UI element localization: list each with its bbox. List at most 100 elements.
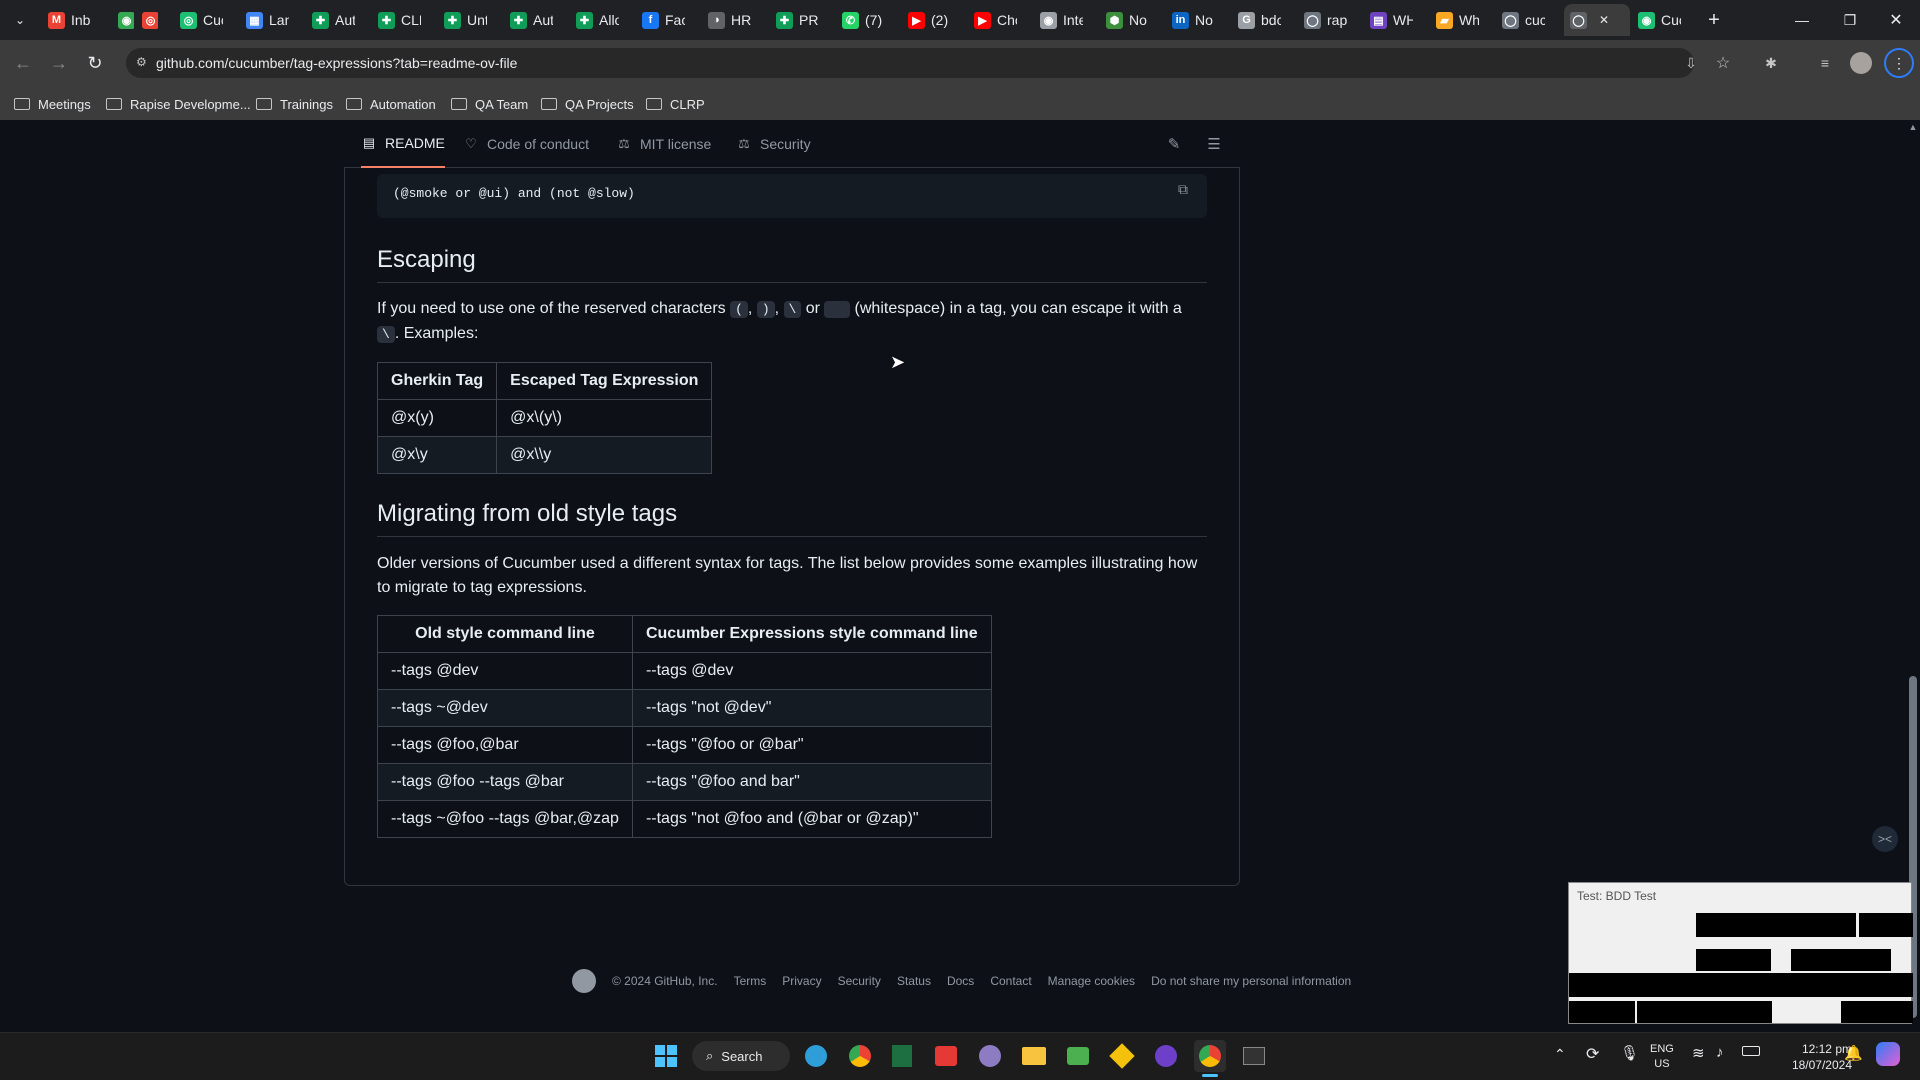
table-header-row: Old style command line Cucumber Expressi… bbox=[377, 615, 992, 653]
tab-title: (7) bbox=[865, 12, 883, 28]
browser-tab[interactable]: ◯ rapi bbox=[1298, 4, 1360, 36]
tab-mit-license[interactable]: ⚖ MIT license bbox=[616, 120, 711, 168]
taskbar-github-icon[interactable] bbox=[1150, 1040, 1182, 1072]
footer-link-security[interactable]: Security bbox=[838, 974, 881, 988]
back-button[interactable]: ← bbox=[10, 50, 36, 76]
sync-icon[interactable]: ⟳ bbox=[1586, 1044, 1599, 1064]
browser-tab[interactable]: ◉ bbox=[112, 4, 134, 36]
taskbar-git-icon[interactable] bbox=[1106, 1040, 1138, 1072]
browser-tab[interactable]: ✚ Allo bbox=[570, 4, 632, 36]
bookmark-trainings[interactable]: Trainings bbox=[256, 93, 333, 115]
profile-avatar[interactable] bbox=[1850, 52, 1872, 74]
table-row: --tags @foo,@bar --tags "@foo or @bar" bbox=[377, 726, 992, 764]
footer-link-terms[interactable]: Terms bbox=[734, 974, 767, 988]
overlay-title: Test: BDD Test bbox=[1577, 889, 1657, 903]
close-tab-icon[interactable]: ✕ bbox=[1599, 13, 1609, 27]
footer-link-manage-cookies[interactable]: Manage cookies bbox=[1048, 974, 1135, 988]
notification-bell-icon[interactable]: 🔔 bbox=[1844, 1044, 1863, 1062]
browser-tab[interactable]: ✚ Aut bbox=[306, 4, 368, 36]
taskbar-file-explorer-icon[interactable] bbox=[1018, 1040, 1050, 1072]
taskbar-app-icon[interactable] bbox=[930, 1040, 962, 1072]
bookmark-qa-projects[interactable]: QA Projects bbox=[541, 93, 634, 115]
taskbar-app-icon[interactable] bbox=[1062, 1040, 1094, 1072]
restore-window-button[interactable]: ❐ bbox=[1834, 6, 1866, 34]
extensions-icon[interactable]: ✱ bbox=[1760, 52, 1782, 74]
taskbar-chrome-icon[interactable] bbox=[844, 1040, 876, 1072]
bookmark-meetings[interactable]: Meetings bbox=[14, 93, 91, 115]
show-hidden-icons-chevron-icon[interactable]: ⌃ bbox=[1554, 1046, 1566, 1063]
browser-tab[interactable]: ▰ Wh bbox=[1430, 4, 1492, 36]
taskbar-excel-icon[interactable] bbox=[886, 1040, 918, 1072]
taskbar-app-icon[interactable] bbox=[974, 1040, 1006, 1072]
browser-tab[interactable]: M Inb bbox=[42, 4, 104, 36]
browser-tab[interactable]: ▶ (2) bbox=[902, 4, 964, 36]
footer-link-privacy[interactable]: Privacy bbox=[782, 974, 821, 988]
volume-icon[interactable]: ♪ bbox=[1716, 1044, 1724, 1061]
browser-tab[interactable]: ▤ WH bbox=[1364, 4, 1426, 36]
start-button[interactable] bbox=[650, 1040, 682, 1072]
scroll-up-arrow-icon[interactable]: ▲ bbox=[1906, 122, 1920, 134]
browser-tab[interactable]: Gbdc bbox=[1232, 4, 1294, 36]
clock[interactable]: 12:12 pm 18/07/2024 bbox=[1768, 1041, 1852, 1073]
footer-link-contact[interactable]: Contact bbox=[990, 974, 1031, 988]
forward-button[interactable]: → bbox=[46, 50, 72, 76]
bookmark-star-icon[interactable]: ☆ bbox=[1712, 52, 1734, 74]
copy-code-button[interactable]: ⧉ bbox=[1172, 178, 1194, 200]
browser-menu-button[interactable]: ⋮ bbox=[1884, 48, 1914, 78]
footer-link-status[interactable]: Status bbox=[897, 974, 931, 988]
browser-tab[interactable]: f Fac bbox=[636, 4, 698, 36]
bookmark-clrp[interactable]: CLRP bbox=[646, 93, 705, 115]
copilot-icon[interactable] bbox=[1876, 1042, 1900, 1066]
outline-button[interactable]: ☰ bbox=[1204, 134, 1224, 154]
github-logo-icon[interactable] bbox=[572, 969, 596, 993]
browser-tab[interactable]: ◎ bbox=[136, 4, 158, 36]
tab-title: Allo bbox=[599, 12, 619, 28]
site-info-icon[interactable]: ⚙ bbox=[136, 55, 152, 71]
browser-tab[interactable]: ✚ CLR bbox=[372, 4, 434, 36]
browser-tab[interactable]: ▦ Lan bbox=[240, 4, 302, 36]
browser-tab[interactable]: ◎ Cuc bbox=[174, 4, 236, 36]
wifi-icon[interactable]: ≋ bbox=[1692, 1044, 1705, 1062]
taskbar-edge-icon[interactable] bbox=[800, 1040, 832, 1072]
footer-link-do-not-share[interactable]: Do not share my personal information bbox=[1151, 974, 1351, 988]
close-window-button[interactable]: ✕ bbox=[1880, 6, 1912, 34]
media-controls-icon[interactable]: ≡ bbox=[1814, 52, 1836, 74]
new-tab-button[interactable]: + bbox=[1702, 8, 1726, 32]
reload-button[interactable]: ↻ bbox=[82, 50, 108, 76]
browser-tab[interactable]: ✚ PRI bbox=[770, 4, 832, 36]
minimize-window-button[interactable]: — bbox=[1786, 6, 1818, 34]
edit-file-button[interactable]: ✎ bbox=[1164, 134, 1184, 154]
browser-tab[interactable]: ✆ (7) bbox=[836, 4, 898, 36]
tab-code-of-conduct[interactable]: ♡ Code of conduct bbox=[463, 120, 589, 168]
browser-tab[interactable]: in No bbox=[1166, 4, 1228, 36]
taskbar-search-box[interactable]: ⌕ Search bbox=[692, 1041, 790, 1071]
browser-tab[interactable]: ✚ Unt bbox=[438, 4, 500, 36]
browser-tab[interactable]: ◉ Inte bbox=[1034, 4, 1096, 36]
footer-link-docs[interactable]: Docs bbox=[947, 974, 974, 988]
taskbar-terminal-icon[interactable] bbox=[1238, 1040, 1270, 1072]
bookmark-automation[interactable]: Automation bbox=[346, 93, 436, 115]
browser-tab[interactable]: ◉ Cuc bbox=[1632, 4, 1694, 36]
install-app-icon[interactable]: ⇩ bbox=[1680, 52, 1702, 74]
taskbar-chrome-active-icon[interactable] bbox=[1194, 1040, 1226, 1072]
browser-tab[interactable]: ◯ cuc bbox=[1496, 4, 1558, 36]
table-cell: @x\\y bbox=[496, 436, 713, 474]
battery-icon[interactable] bbox=[1742, 1046, 1760, 1056]
address-bar[interactable]: ⚙ github.com/cucumber/tag-expressions?ta… bbox=[126, 48, 1694, 78]
browser-tab[interactable]: ✚ Aut bbox=[504, 4, 566, 36]
migration-table: Old style command line Cucumber Expressi… bbox=[377, 615, 992, 838]
tab-readme[interactable]: ▤ README bbox=[361, 120, 445, 168]
browser-tab[interactable]: ◯ ✕ bbox=[1564, 4, 1630, 36]
bookmark-qa-team[interactable]: QA Team bbox=[451, 93, 528, 115]
tab-security[interactable]: ⚖ Security bbox=[736, 120, 810, 168]
browser-tab[interactable]: ▶ Cho bbox=[968, 4, 1030, 36]
url-text[interactable]: github.com/cucumber/tag-expressions?tab=… bbox=[156, 55, 517, 71]
bookmark-rapise[interactable]: Rapise Developme... bbox=[106, 93, 251, 115]
input-language-indicator[interactable]: ENG US bbox=[1650, 1042, 1674, 1072]
microphone-icon[interactable]: 🎙 bbox=[1620, 1044, 1639, 1062]
collapse-widget-button[interactable]: >< bbox=[1872, 826, 1898, 852]
redacted-block bbox=[1859, 913, 1913, 937]
browser-tab[interactable]: ⬢ No bbox=[1100, 4, 1162, 36]
browser-tab[interactable]: ◑ HR\ bbox=[702, 4, 764, 36]
tab-search-button[interactable]: ⌄ bbox=[8, 8, 32, 32]
